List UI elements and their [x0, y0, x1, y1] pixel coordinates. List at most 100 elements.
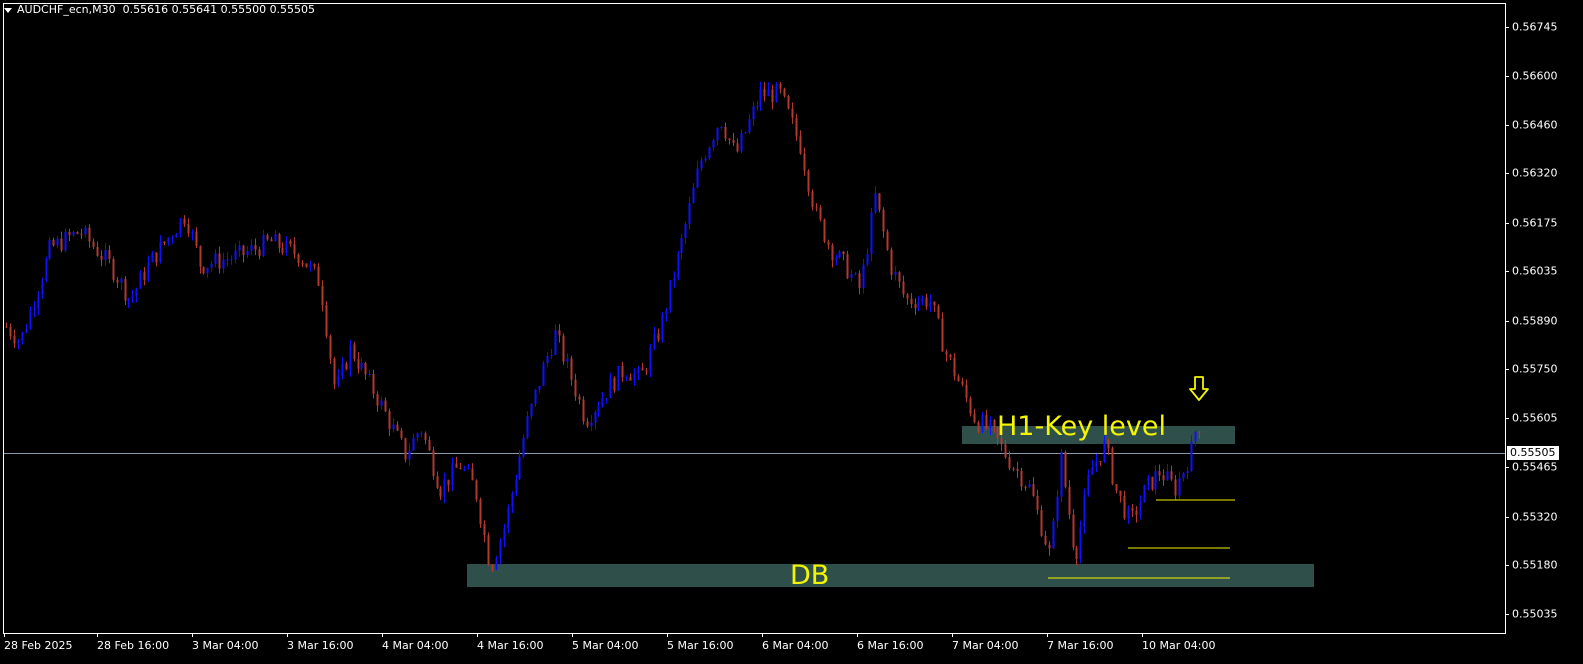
chart-header[interactable]: AUDCHF_ecn,M30 0.55616 0.55641 0.55500 0… [4, 3, 315, 16]
candle-body [752, 106, 755, 120]
price-label: 0.56460 [1512, 118, 1558, 132]
candle-body [601, 398, 604, 407]
candle-body [262, 234, 265, 256]
candle-body [226, 259, 229, 261]
candle-body [9, 326, 12, 336]
candle-body [720, 127, 723, 128]
candle-body [756, 105, 759, 107]
candle-body [669, 280, 672, 311]
candle-body [1024, 486, 1027, 488]
candle-body [1198, 431, 1201, 433]
candle-body [1095, 461, 1098, 468]
candle-body [779, 84, 782, 89]
candle-body [5, 326, 8, 328]
candle-body [783, 88, 786, 96]
candle-body [503, 527, 506, 541]
candle-body [17, 340, 20, 344]
candle-body [416, 433, 419, 438]
dropdown-triangle-icon[interactable] [4, 7, 12, 13]
candle-body [349, 344, 352, 370]
candle-body [546, 355, 549, 364]
candle-body [376, 394, 379, 406]
candle-body [625, 377, 628, 379]
candle-body [357, 359, 360, 369]
candle-body [447, 479, 450, 486]
candle-body [673, 277, 676, 281]
candle-body [700, 160, 703, 169]
candle-body [175, 234, 178, 238]
candle-body [297, 254, 300, 263]
candle-body [1174, 479, 1177, 496]
candle-body [815, 207, 818, 209]
candle-body [1182, 473, 1185, 479]
candle-body [289, 240, 292, 245]
candle-body [1036, 496, 1039, 510]
candle-body [621, 366, 624, 378]
candle-body [530, 403, 533, 417]
candle-body [1052, 521, 1055, 549]
candle-body [266, 234, 269, 240]
candle-body [507, 507, 510, 528]
time-label: 7 Mar 04:00 [952, 639, 1019, 652]
candle-body [597, 406, 600, 413]
time-label: 5 Mar 04:00 [572, 639, 639, 652]
candle-body [854, 273, 857, 275]
down-arrow-icon [1189, 376, 1209, 401]
candle-body [665, 310, 668, 315]
candle-body [80, 233, 83, 235]
candle-body [317, 266, 320, 286]
candle-body [838, 251, 841, 258]
candle-body [617, 366, 620, 391]
candle-body [199, 246, 202, 267]
candle-body [882, 209, 885, 232]
candle-body [360, 363, 363, 369]
candle-body [353, 344, 356, 360]
candle-body [759, 88, 762, 106]
candle-body [60, 238, 63, 251]
candle-body [613, 377, 616, 391]
candle-body [736, 143, 739, 152]
candle-body [953, 357, 956, 377]
candle-body [112, 259, 115, 280]
candle-body [321, 285, 324, 306]
candle-body [1072, 514, 1075, 548]
candle-body [479, 499, 482, 525]
candle-body [862, 264, 865, 289]
candle-body [1135, 510, 1138, 516]
candle-body [906, 294, 909, 299]
candle-body [629, 377, 632, 381]
candle-body [364, 363, 367, 375]
candle-body [191, 232, 194, 234]
plot-frame [3, 3, 1506, 634]
candle-body [163, 241, 166, 243]
candle-body [384, 400, 387, 412]
candle-body [921, 297, 924, 302]
candle-body [1020, 470, 1023, 487]
candle-body [680, 238, 683, 253]
candle-body [116, 279, 119, 283]
candle-body [1139, 502, 1142, 515]
candle-body [424, 433, 427, 440]
candle-body [1123, 495, 1126, 519]
candle-body [238, 245, 241, 251]
candle-body [242, 245, 245, 256]
candle-body [515, 479, 518, 494]
chart-window[interactable]: AUDCHF_ecn,M30 0.55616 0.55641 0.55500 0… [0, 0, 1583, 664]
candle-body [566, 358, 569, 362]
candle-body [432, 450, 435, 477]
price-label: 0.55605 [1512, 411, 1558, 425]
candle-body [688, 203, 691, 224]
candle-body [850, 274, 853, 279]
candle-body [92, 241, 95, 247]
candle-body [787, 96, 790, 109]
candle-body [937, 305, 940, 319]
candle-body [890, 249, 893, 275]
candle-body [293, 244, 296, 255]
candle-body [285, 240, 288, 253]
candle-body [807, 170, 810, 192]
candle-body [993, 420, 996, 428]
price-label: 0.55465 [1512, 460, 1558, 474]
candle-body [270, 239, 273, 242]
ohlc-values: 0.55616 0.55641 0.55500 0.55505 [122, 3, 316, 16]
candle-body [1111, 448, 1114, 485]
